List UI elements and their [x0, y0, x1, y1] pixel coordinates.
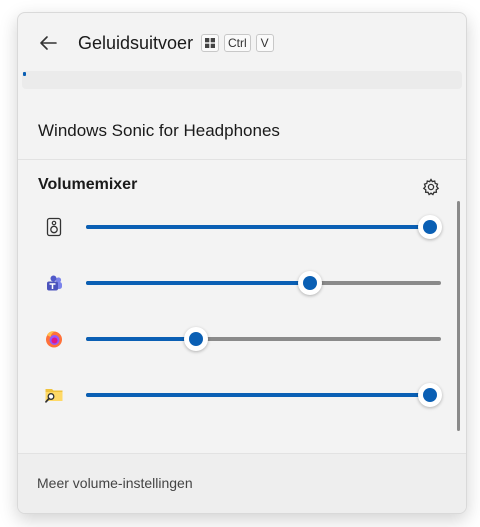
slider-thumb[interactable] [418, 383, 443, 407]
v-key: V [255, 34, 274, 52]
mixer-row-file-explorer [18, 375, 466, 415]
gear-icon [422, 178, 440, 196]
mixer-row-system [18, 207, 466, 247]
volume-slider[interactable] [86, 215, 443, 239]
back-arrow-icon [40, 36, 57, 50]
slider-thumb[interactable] [297, 271, 322, 295]
sound-output-flyout: Geluidsuitvoer Ctrl V Windows Sonic for … [17, 12, 467, 514]
volume-mixer-title: Volumemixer [38, 176, 138, 193]
more-volume-settings-link[interactable]: Meer volume-instellingen [37, 475, 193, 491]
volume-slider[interactable] [86, 271, 441, 295]
mixer-row-teams [18, 263, 466, 303]
device-list-scroll-area [22, 71, 462, 89]
scrollbar[interactable] [457, 201, 460, 431]
page-title: Geluidsuitvoer [78, 33, 194, 53]
volume-slider[interactable] [86, 327, 441, 351]
keyboard-shortcut: Ctrl V [201, 34, 274, 52]
teams-icon [44, 273, 64, 293]
mixer-row-firefox [18, 319, 466, 359]
slider-fill [86, 393, 431, 397]
firefox-icon [44, 329, 64, 349]
spatial-sound-label: Windows Sonic for Headphones [38, 121, 280, 140]
windows-logo-icon [205, 38, 215, 48]
selection-indicator [23, 72, 26, 76]
slider-thumb[interactable] [184, 327, 209, 351]
back-button[interactable] [36, 31, 60, 55]
slider-thumb[interactable] [418, 215, 443, 239]
speaker-icon [44, 217, 64, 237]
slider-fill [86, 337, 197, 341]
volume-slider[interactable] [86, 383, 443, 407]
flyout-footer: Meer volume-instellingen [18, 453, 466, 513]
spatial-sound-option[interactable]: Windows Sonic for Headphones [18, 91, 466, 160]
ctrl-key: Ctrl [224, 34, 251, 52]
slider-fill [86, 225, 431, 229]
windows-key [201, 34, 219, 52]
slider-fill [86, 281, 310, 285]
flyout-header: Geluidsuitvoer Ctrl V [18, 13, 466, 73]
file-explorer-icon [44, 385, 64, 405]
mixer-settings-button[interactable] [421, 177, 441, 197]
